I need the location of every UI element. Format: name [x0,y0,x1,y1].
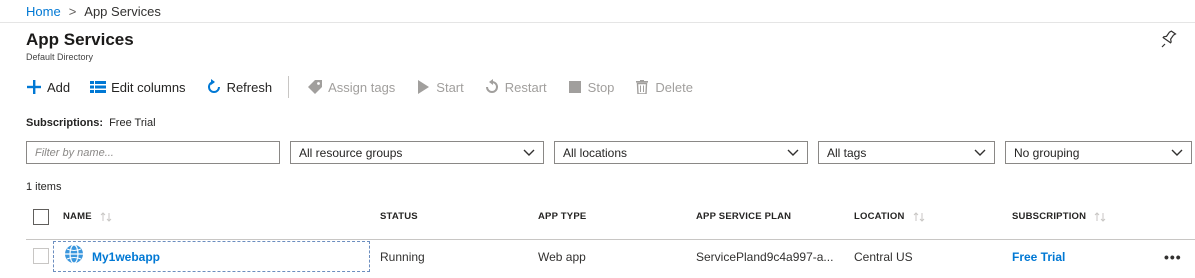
delete-button[interactable]: Delete [634,76,693,98]
chevron-down-icon [974,149,986,156]
column-header-plan[interactable]: APP SERVICE PLAN [696,203,791,230]
tag-icon [307,79,323,95]
column-header-name-label: NAME [63,211,92,222]
subscriptions-filter: Subscriptions: Free Trial [26,117,156,129]
refresh-icon [206,79,222,95]
stop-label: Stop [587,79,615,95]
page-subtitle: Default Directory [26,52,94,62]
filter-by-name-input[interactable] [35,146,271,159]
refresh-label: Refresh [226,79,273,95]
items-count: 1 items [26,181,62,193]
sort-icon [100,211,112,222]
page-title: App Services [26,30,134,49]
subscriptions-label: Subscriptions: [26,117,104,129]
resource-groups-value: All resource groups [299,145,403,160]
list-icon [90,79,107,95]
breadcrumb-separator: > [68,3,77,19]
stop-button[interactable]: Stop [567,76,615,98]
add-button-label: Add [47,79,71,95]
app-type-cell: Web app [538,250,586,264]
chevron-down-icon [1171,149,1183,156]
pin-icon[interactable] [1161,30,1177,48]
app-name-cell[interactable]: My1webapp [53,241,370,272]
column-header-subscription-label: SUBSCRIPTION [1012,211,1087,222]
plus-icon [26,79,42,95]
filter-by-name-field[interactable] [26,141,280,164]
globe-icon [64,244,84,269]
start-label: Start [436,79,464,95]
play-icon [415,79,431,95]
breadcrumb-home-link[interactable]: Home [26,4,61,19]
column-header-subscription[interactable]: SUBSCRIPTION [1012,203,1106,230]
chevron-down-icon [523,149,535,156]
toolbar-divider [288,76,290,98]
row-checkbox[interactable] [33,248,49,264]
grid-header: NAME STATUS APP TYPE APP SERVICE PLAN LO… [26,203,1195,240]
grouping-value: No grouping [1014,145,1080,160]
column-header-status[interactable]: STATUS [380,203,418,230]
edit-columns-button[interactable]: Edit columns [90,76,186,98]
grouping-dropdown[interactable]: No grouping [1005,141,1192,164]
breadcrumb: Home > App Services [0,0,1195,23]
subscription-link[interactable]: Free Trial [1012,250,1065,264]
resource-groups-dropdown[interactable]: All resource groups [290,141,544,164]
subscription-cell: Free Trial [1012,241,1065,273]
subscriptions-value[interactable]: Free Trial [109,117,155,129]
trash-icon [634,79,650,95]
chevron-down-icon [787,149,799,156]
column-header-app-type[interactable]: APP TYPE [538,203,586,230]
table-row[interactable]: My1webapp Running Web app ServicePland9c… [26,241,1195,273]
more-actions-button[interactable]: ••• [1164,249,1184,265]
breadcrumb-current: App Services [84,3,161,19]
restart-button[interactable]: Restart [484,76,547,98]
stop-icon [567,79,583,95]
location-cell: Central US [854,250,913,264]
assign-tags-button[interactable]: Assign tags [307,76,395,98]
tags-value: All tags [827,145,867,160]
status-cell: Running [380,250,425,264]
locations-value: All locations [563,145,628,160]
sort-icon [913,211,924,222]
column-header-status-label: STATUS [380,211,418,222]
start-button[interactable]: Start [415,76,464,98]
plan-cell: ServicePland9c4a997-a... [696,250,834,264]
column-header-plan-label: APP SERVICE PLAN [696,211,792,222]
sort-icon [1094,211,1106,222]
add-button[interactable]: Add [26,76,70,98]
column-header-location-label: LOCATION [854,211,905,222]
app-name-link[interactable]: My1webapp [92,250,160,264]
edit-columns-label: Edit columns [111,79,186,95]
assign-tags-label: Assign tags [328,79,396,95]
select-all-checkbox[interactable] [33,209,49,225]
refresh-button[interactable]: Refresh [206,76,273,98]
more-icon: ••• [1164,249,1182,265]
tags-dropdown[interactable]: All tags [818,141,995,164]
restart-icon [484,79,500,95]
restart-label: Restart [504,79,547,95]
column-header-name[interactable]: NAME [63,203,112,230]
command-bar: Add Edit columns Refresh Assign tags Sta… [26,76,713,98]
locations-dropdown[interactable]: All locations [554,141,808,164]
column-header-location[interactable]: LOCATION [854,203,925,230]
blade-header: App Services Default Directory [26,30,134,62]
delete-label: Delete [655,79,693,95]
column-header-app-type-label: APP TYPE [538,211,587,222]
